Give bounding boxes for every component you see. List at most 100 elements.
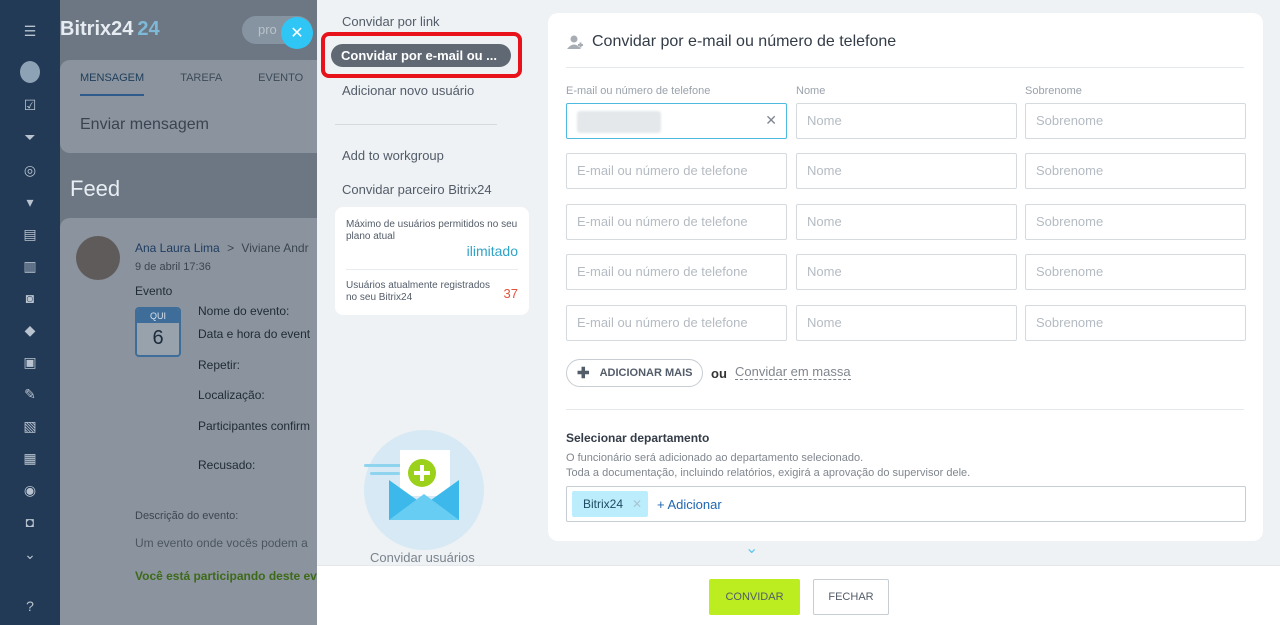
docs-icon[interactable]: ▧ bbox=[20, 416, 40, 436]
record-icon[interactable]: ◉ bbox=[20, 480, 40, 500]
email-field[interactable]: E-mail ou número de telefone bbox=[566, 204, 787, 240]
filter-icon[interactable]: ⏷ bbox=[20, 127, 40, 147]
contacts-icon[interactable]: ▤ bbox=[20, 224, 40, 244]
menu-add-to-workgroup[interactable]: Add to workgroup bbox=[342, 148, 444, 163]
tab-message[interactable]: MENSAGEM bbox=[80, 72, 145, 96]
surname-field[interactable]: Sobrenome bbox=[1025, 254, 1246, 290]
post-author[interactable]: Ana Laura Lima bbox=[135, 241, 220, 255]
post-date[interactable]: 9 de abril 17:36 bbox=[135, 261, 211, 273]
box-icon[interactable]: ◆ bbox=[20, 320, 40, 340]
target-icon[interactable]: ◎ bbox=[20, 160, 40, 180]
tasks-icon[interactable]: ☑ bbox=[20, 95, 40, 115]
email-field[interactable]: E-mail ou número de telefone bbox=[566, 153, 787, 189]
or-label: ou bbox=[711, 366, 727, 381]
department-desc-line: O funcionário será adicionado ao departa… bbox=[566, 452, 864, 464]
department-tag: Bitrix24 ✕ bbox=[572, 491, 648, 517]
form-title-text: Convidar por e-mail ou número de telefon… bbox=[592, 33, 897, 50]
sign-icon[interactable]: ✎ bbox=[20, 384, 40, 404]
event-description: Um evento onde vocês podem a bbox=[135, 536, 308, 550]
slider-footer: CONVIDAR FECHAR bbox=[317, 565, 1280, 625]
email-field[interactable]: E-mail ou número de telefone bbox=[566, 254, 787, 290]
calendar-day: 6 bbox=[152, 327, 164, 349]
menu-invite-by-link[interactable]: Convidar por link bbox=[342, 14, 440, 29]
invite-slider: Convidar por link Convidar por e-mail ou… bbox=[317, 0, 1280, 625]
department-selector[interactable]: Bitrix24 ✕ + Adicionar bbox=[566, 486, 1246, 522]
portal-background: Bitrix24 24 pro ✕ MENSAGEM TAREFA EVENTO … bbox=[60, 0, 324, 625]
current-users-value: 37 bbox=[503, 286, 518, 301]
current-users-label: Usuários atualmente registrados no seu B… bbox=[346, 280, 490, 303]
cart-icon[interactable]: ▾ bbox=[20, 192, 40, 212]
close-button[interactable]: FECHAR bbox=[813, 579, 889, 615]
max-users-label: Máximo de usuários permitidos no seu pla… bbox=[346, 219, 518, 242]
event-field: Participantes confirm bbox=[198, 419, 311, 433]
name-field[interactable]: Nome bbox=[796, 204, 1017, 240]
illustration-caption: Convidar usuários bbox=[370, 550, 475, 565]
name-field[interactable]: Nome bbox=[796, 103, 1017, 139]
event-field: Repetir: bbox=[198, 358, 241, 372]
section-divider bbox=[566, 409, 1244, 410]
event-participation-status: Você está participando deste eve bbox=[135, 569, 324, 583]
surname-field[interactable]: Sobrenome bbox=[1025, 305, 1246, 341]
menu-divider bbox=[335, 124, 497, 125]
bulk-invite-link[interactable]: Convidar em massa bbox=[735, 364, 851, 380]
redacted-value bbox=[577, 111, 661, 133]
chevron-down-icon: ⌄ bbox=[745, 540, 759, 557]
column-email: E-mail ou número de telefone bbox=[566, 85, 711, 97]
department-desc-line: Toda a documentação, incluindo relatório… bbox=[566, 467, 971, 479]
envelope-icon bbox=[364, 450, 459, 520]
surname-field[interactable]: Sobrenome bbox=[1025, 103, 1246, 139]
building-icon[interactable]: ▣ bbox=[20, 352, 40, 372]
highlight-frame bbox=[321, 32, 522, 78]
tab-task[interactable]: TAREFA bbox=[180, 72, 222, 96]
department-description: O funcionário será adicionado ao departa… bbox=[566, 451, 1246, 481]
name-field[interactable]: Nome bbox=[796, 254, 1017, 290]
surname-field[interactable]: Sobrenome bbox=[1025, 204, 1246, 240]
form-title: Convidar por e-mail ou número de telefon… bbox=[566, 33, 896, 51]
help-icon[interactable]: ? bbox=[20, 596, 40, 616]
menu-icon[interactable]: ☰ bbox=[20, 21, 40, 41]
email-field[interactable]: ✕ bbox=[566, 103, 787, 139]
close-slider-icon[interactable]: ✕ bbox=[281, 17, 313, 49]
composer-input[interactable]: Enviar mensagem bbox=[80, 116, 209, 134]
apps-icon[interactable] bbox=[20, 62, 40, 82]
add-department-link[interactable]: + Adicionar bbox=[657, 497, 722, 512]
user-icon bbox=[566, 33, 584, 51]
department-title: Selecionar departamento bbox=[566, 431, 710, 445]
robot-icon[interactable]: ◙ bbox=[20, 288, 40, 308]
brand-logo[interactable]: Bitrix24 24 bbox=[60, 18, 160, 41]
surname-field[interactable]: Sobrenome bbox=[1025, 153, 1246, 189]
invite-button[interactable]: CONVIDAR bbox=[709, 579, 800, 615]
post-author-line: Ana Laura Lima > Viviane Andr bbox=[135, 241, 309, 255]
more-icon[interactable]: ⌄ bbox=[20, 544, 40, 564]
remove-tag-icon[interactable]: ✕ bbox=[632, 497, 642, 511]
clear-icon[interactable]: ✕ bbox=[765, 112, 777, 129]
add-more-label: ADICIONAR MAIS bbox=[599, 367, 693, 379]
name-field[interactable]: Nome bbox=[796, 153, 1017, 189]
feed-post: Ana Laura Lima > Viviane Andr 9 de abril… bbox=[60, 218, 324, 625]
gifts-icon[interactable]: ◘ bbox=[20, 512, 40, 532]
add-more-button[interactable]: ✚ ADICIONAR MAIS bbox=[566, 359, 703, 387]
calendar-icon[interactable]: ▦ bbox=[20, 448, 40, 468]
post-type: Evento bbox=[135, 284, 173, 298]
left-rail: ☰ ☑ ⏷ ◎ ▾ ▤ ▥ ◙ ◆ ▣ ✎ ▧ ▦ ◉ ◘ ⌄ ? bbox=[0, 0, 60, 625]
email-field[interactable]: E-mail ou número de telefone bbox=[566, 305, 787, 341]
event-field: Nome do evento: bbox=[198, 304, 290, 318]
event-field: Data e hora do event bbox=[198, 327, 311, 341]
brand-number: 24 bbox=[137, 18, 160, 40]
event-calendar-badge: QUI 6 bbox=[135, 307, 181, 357]
menu-invite-partner[interactable]: Convidar parceiro Bitrix24 bbox=[342, 182, 492, 197]
tab-event[interactable]: EVENTO bbox=[258, 72, 303, 96]
invite-illustration bbox=[364, 430, 484, 550]
calendar-weekday: QUI bbox=[137, 309, 179, 323]
event-field: Recusado: bbox=[198, 458, 256, 472]
avatar[interactable] bbox=[76, 236, 120, 280]
composer-tabs: MENSAGEM TAREFA EVENTO bbox=[80, 72, 303, 96]
plan-limits-card: Máximo de usuários permitidos no seu pla… bbox=[335, 207, 529, 315]
feed-title: Feed bbox=[70, 176, 121, 201]
composer: MENSAGEM TAREFA EVENTO Enviar mensagem bbox=[60, 60, 320, 153]
event-description-label: Descrição do evento: bbox=[135, 510, 239, 522]
name-field[interactable]: Nome bbox=[796, 305, 1017, 341]
post-recipient[interactable]: Viviane Andr bbox=[241, 241, 308, 255]
menu-add-new-user[interactable]: Adicionar novo usuário bbox=[342, 83, 474, 98]
analytics-icon[interactable]: ▥ bbox=[20, 256, 40, 276]
